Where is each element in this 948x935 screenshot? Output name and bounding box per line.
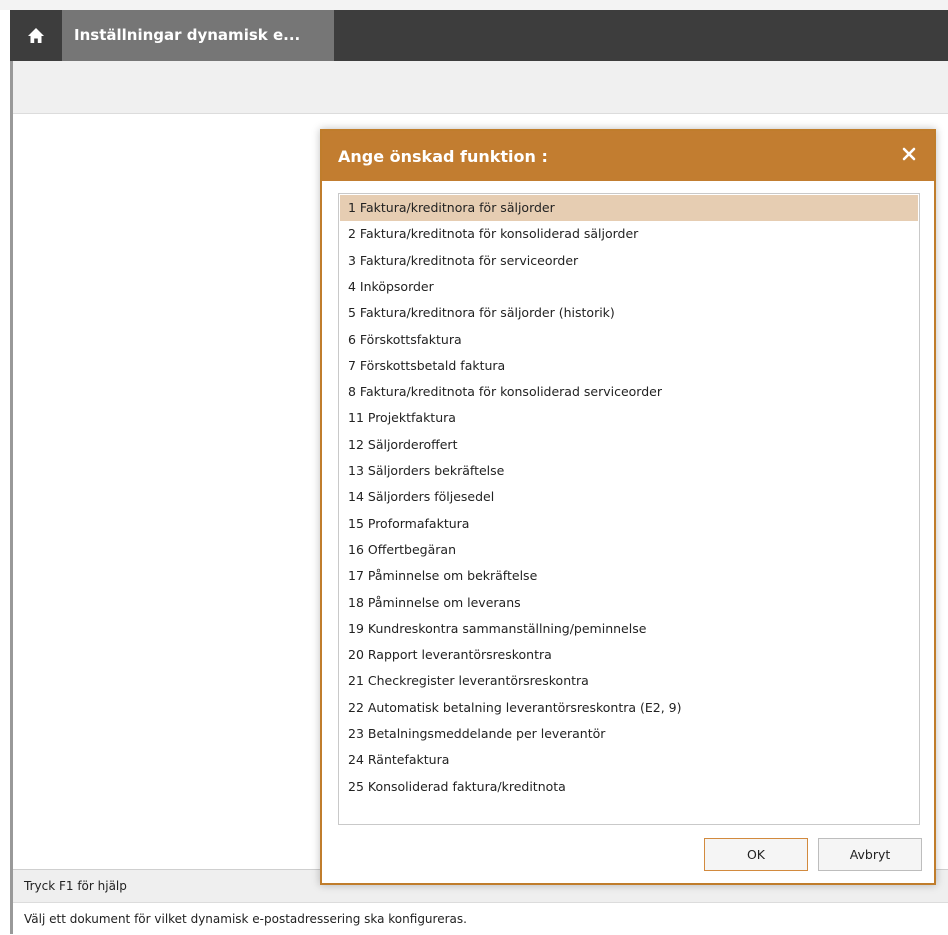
function-listbox[interactable]: 1 Faktura/kreditnora för säljorder 2 Fakt… [338, 193, 920, 825]
function-list-item[interactable]: 22 Automatisk betalning leverantörsresko… [340, 695, 918, 721]
function-list-item[interactable]: 23 Betalningsmeddelande per leverantör [340, 721, 918, 747]
function-list-item[interactable]: 19 Kundreskontra sammanställning/peminne… [340, 616, 918, 642]
function-list-item[interactable]: 25 Konsoliderad faktura/kreditnota [340, 774, 918, 800]
function-list-item[interactable]: 4 Inköpsorder [340, 274, 918, 300]
close-icon [902, 147, 916, 161]
tab-installningar[interactable]: Inställningar dynamisk e... [62, 10, 334, 61]
ok-button[interactable]: OK [704, 838, 808, 871]
function-list-item[interactable]: 1 Faktura/kreditnora för säljorder [340, 195, 918, 221]
function-list-item[interactable]: 14 Säljorders följesedel [340, 484, 918, 510]
function-list-item[interactable]: 6 Förskottsfaktura [340, 327, 918, 353]
function-list-item[interactable]: 21 Checkregister leverantörsreskontra [340, 668, 918, 694]
function-list-item[interactable]: 11 Projektfaktura [340, 405, 918, 431]
function-list-item[interactable]: 18 Påminnelse om leverans [340, 590, 918, 616]
function-list-item[interactable]: 2 Faktura/kreditnota för konsoliderad sä… [340, 221, 918, 247]
dialog-close-button[interactable] [898, 143, 920, 165]
function-list-item[interactable]: 24 Räntefaktura [340, 747, 918, 773]
function-list-item[interactable]: 15 Proformafaktura [340, 511, 918, 537]
function-list-item[interactable]: 7 Förskottsbetald faktura [340, 353, 918, 379]
function-dialog: Ange önskad funktion : 1 Faktura/kreditn… [320, 129, 936, 885]
home-icon [28, 28, 44, 43]
function-list-item[interactable]: 16 Offertbegäran [340, 537, 918, 563]
dialog-header: Ange önskad funktion : [322, 131, 934, 181]
info-bar: Välj ett dokument för vilket dynamisk e-… [13, 902, 948, 935]
function-list-item[interactable]: 12 Säljorderoffert [340, 432, 918, 458]
toolbar [13, 61, 948, 114]
info-text: Välj ett dokument för vilket dynamisk e-… [24, 912, 467, 926]
function-list-item[interactable]: 5 Faktura/kreditnora för säljorder (hist… [340, 300, 918, 326]
cancel-button[interactable]: Avbryt [818, 838, 922, 871]
function-list-item[interactable]: 17 Påminnelse om bekräftelse [340, 563, 918, 589]
function-list-item[interactable]: 3 Faktura/kreditnota för serviceorder [340, 248, 918, 274]
home-button[interactable] [10, 10, 62, 61]
window-top-strip [0, 0, 948, 10]
function-list-item[interactable]: 13 Säljorders bekräftelse [340, 458, 918, 484]
function-list-item[interactable]: 8 Faktura/kreditnota för konsoliderad se… [340, 379, 918, 405]
dialog-title: Ange önskad funktion : [338, 147, 548, 166]
function-list-item[interactable]: 20 Rapport leverantörsreskontra [340, 642, 918, 668]
help-hint-text: Tryck F1 för hjälp [24, 879, 127, 893]
